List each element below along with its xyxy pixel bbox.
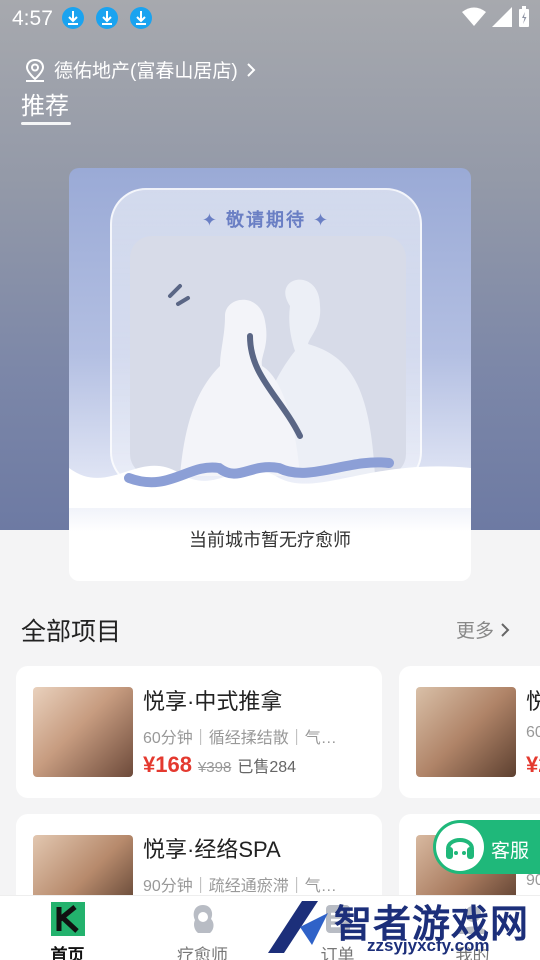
watermark-logo	[268, 901, 328, 953]
therapist-icon	[193, 905, 214, 933]
nav-label: 疗愈师	[177, 946, 228, 960]
download-icon	[130, 7, 152, 29]
customer-service-button[interactable]: 客服	[433, 820, 540, 874]
chevron-right-icon	[501, 622, 510, 637]
service-name: 悦享·中式推拿	[143, 689, 283, 714]
tab-indicator	[21, 122, 71, 125]
location-selector[interactable]: 德佑地产(富春山居店)	[24, 56, 256, 83]
service-image	[416, 687, 516, 777]
service-price: ¥2	[526, 752, 540, 777]
status-time: 4:57	[12, 7, 53, 30]
service-price: ¥168	[143, 752, 192, 777]
service-description: 60	[526, 724, 540, 741]
chevron-right-icon	[246, 62, 256, 77]
service-card[interactable]: 悦 60 ¥2	[399, 666, 540, 798]
tab-recommend[interactable]: 推荐	[21, 86, 69, 121]
nav-item-therapist[interactable]: 疗愈师	[135, 896, 270, 960]
nav-label: 首页	[50, 946, 85, 960]
signal-icon	[492, 7, 512, 27]
more-link[interactable]: 更多	[456, 616, 510, 643]
watermark: 智者游戏网 zzsyjyxcfy.com	[262, 893, 540, 960]
service-original-price: ¥398	[197, 759, 232, 776]
service-name: 悦	[526, 689, 540, 714]
therapist-empty-card: ✦ 敬请期待 ✦ 当前城市暂无疗愈师	[69, 168, 471, 581]
wifi-icon	[462, 7, 486, 26]
customer-service-label: 客服	[491, 841, 530, 862]
section-title: 全部项目	[21, 618, 122, 646]
headset-icon	[436, 823, 484, 871]
download-icon	[62, 7, 84, 29]
service-description: 60分钟｜循经揉结散｜气…	[143, 730, 337, 747]
download-icon	[96, 7, 118, 29]
empty-state-text: 当前城市暂无疗愈师	[189, 530, 351, 550]
sparkle-icon: ✦	[306, 210, 331, 230]
more-label: 更多	[456, 621, 495, 642]
wave-decoration	[69, 457, 471, 508]
service-description: 90	[526, 872, 540, 889]
coming-soon-badge: ✦ 敬请期待 ✦	[201, 210, 331, 230]
location-pin-icon	[25, 58, 45, 82]
home-icon	[50, 902, 85, 936]
sparkle-icon: ✦	[201, 210, 226, 230]
service-image	[33, 687, 133, 777]
watermark-url: zzsyjyxcfy.com	[367, 936, 490, 955]
location-label: 德佑地产(富春山居店)	[54, 61, 238, 82]
service-sold-count: 已售284	[237, 759, 297, 776]
service-card[interactable]: 悦享·中式推拿 60分钟｜循经揉结散｜气… ¥168 ¥398 已售284	[16, 666, 382, 798]
status-bar: 4:57	[0, 0, 540, 36]
service-name: 悦享·经络SPA	[143, 837, 281, 862]
nav-item-home[interactable]: 首页	[0, 896, 135, 960]
battery-icon	[519, 6, 529, 27]
